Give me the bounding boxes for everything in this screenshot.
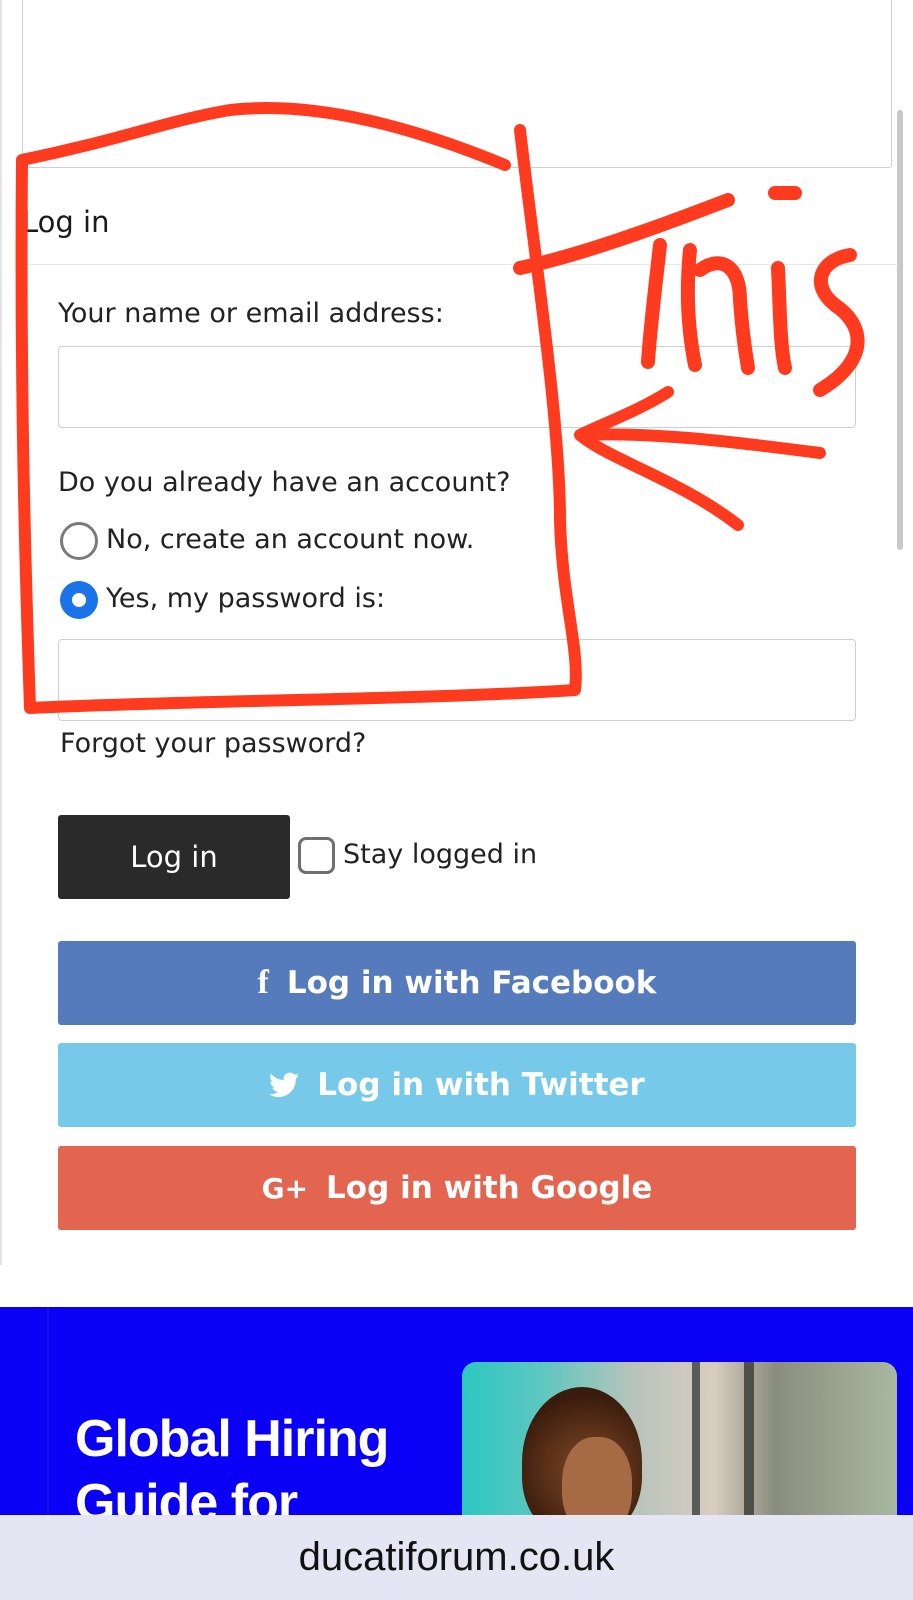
facebook-icon: f: [257, 964, 269, 1001]
browser-address-bar[interactable]: ducatiforum.co.uk: [0, 1515, 913, 1600]
login-button-label: Log in: [130, 840, 218, 874]
ad-photo-window-frame: [692, 1362, 700, 1517]
radio-has-password-label[interactable]: Yes, my password is:: [106, 583, 385, 614]
google-login-label: Log in with Google: [326, 1170, 653, 1206]
scrollbar[interactable]: [897, 110, 903, 550]
ad-headline-line1: Global Hiring: [75, 1410, 389, 1468]
google-login-button[interactable]: G+ Log in with Google: [58, 1146, 856, 1230]
message-textarea[interactable]: [22, 0, 892, 168]
content-border: [0, 0, 2, 1265]
account-question-label: Do you already have an account?: [58, 467, 511, 498]
ad-headline-line2: Guide for: [75, 1474, 298, 1517]
name-email-input[interactable]: [58, 346, 856, 428]
radio-has-password[interactable]: [60, 581, 98, 619]
ad-photo: [462, 1362, 897, 1517]
stay-logged-in-checkbox[interactable]: [298, 837, 335, 874]
facebook-login-label: Log in with Facebook: [286, 965, 657, 1001]
divider: [22, 264, 898, 265]
ad-photo-window-frame: [744, 1362, 754, 1517]
name-label: Your name or email address:: [58, 298, 444, 329]
login-button[interactable]: Log in: [58, 815, 290, 899]
google-plus-icon: G+: [261, 1171, 309, 1205]
password-input[interactable]: [58, 639, 856, 721]
stay-logged-in-label[interactable]: Stay logged in: [343, 839, 537, 870]
facebook-login-button[interactable]: f Log in with Facebook: [58, 941, 856, 1025]
twitter-login-label: Log in with Twitter: [317, 1067, 645, 1103]
ad-headline: Global Hiring Guide for: [75, 1407, 389, 1517]
login-block-title: Log in: [22, 205, 110, 239]
radio-create-account[interactable]: [60, 522, 98, 560]
ad-photo-person-face: [562, 1437, 632, 1517]
twitter-login-button[interactable]: Log in with Twitter: [58, 1043, 856, 1127]
advertisement-banner[interactable]: Global Hiring Guide for: [0, 1307, 913, 1517]
browser-url: ducatiforum.co.uk: [298, 1535, 615, 1579]
forgot-password-link[interactable]: Forgot your password?: [60, 728, 366, 759]
login-page: Log in Your name or email address: Do yo…: [0, 0, 913, 1600]
ad-divider: [47, 1307, 49, 1517]
radio-create-account-label[interactable]: No, create an account now.: [106, 524, 474, 555]
twitter-bird-icon: [269, 1072, 300, 1098]
